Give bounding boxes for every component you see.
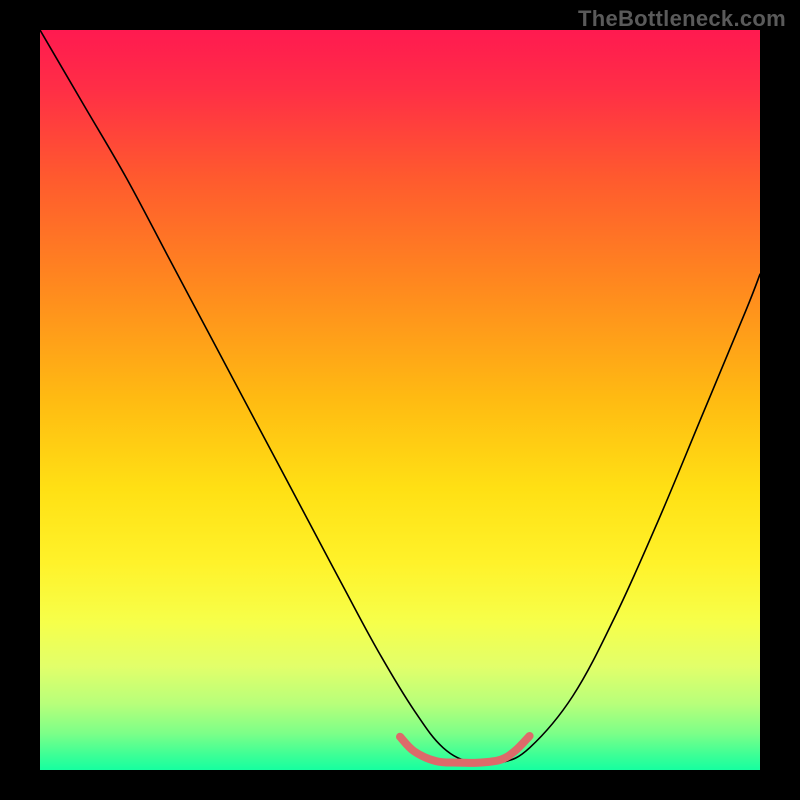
bottleneck-chart [40, 30, 760, 770]
plot-area [40, 30, 760, 770]
watermark-text: TheBottleneck.com [578, 6, 786, 32]
chart-frame: TheBottleneck.com [0, 0, 800, 800]
gradient-background [40, 30, 760, 770]
